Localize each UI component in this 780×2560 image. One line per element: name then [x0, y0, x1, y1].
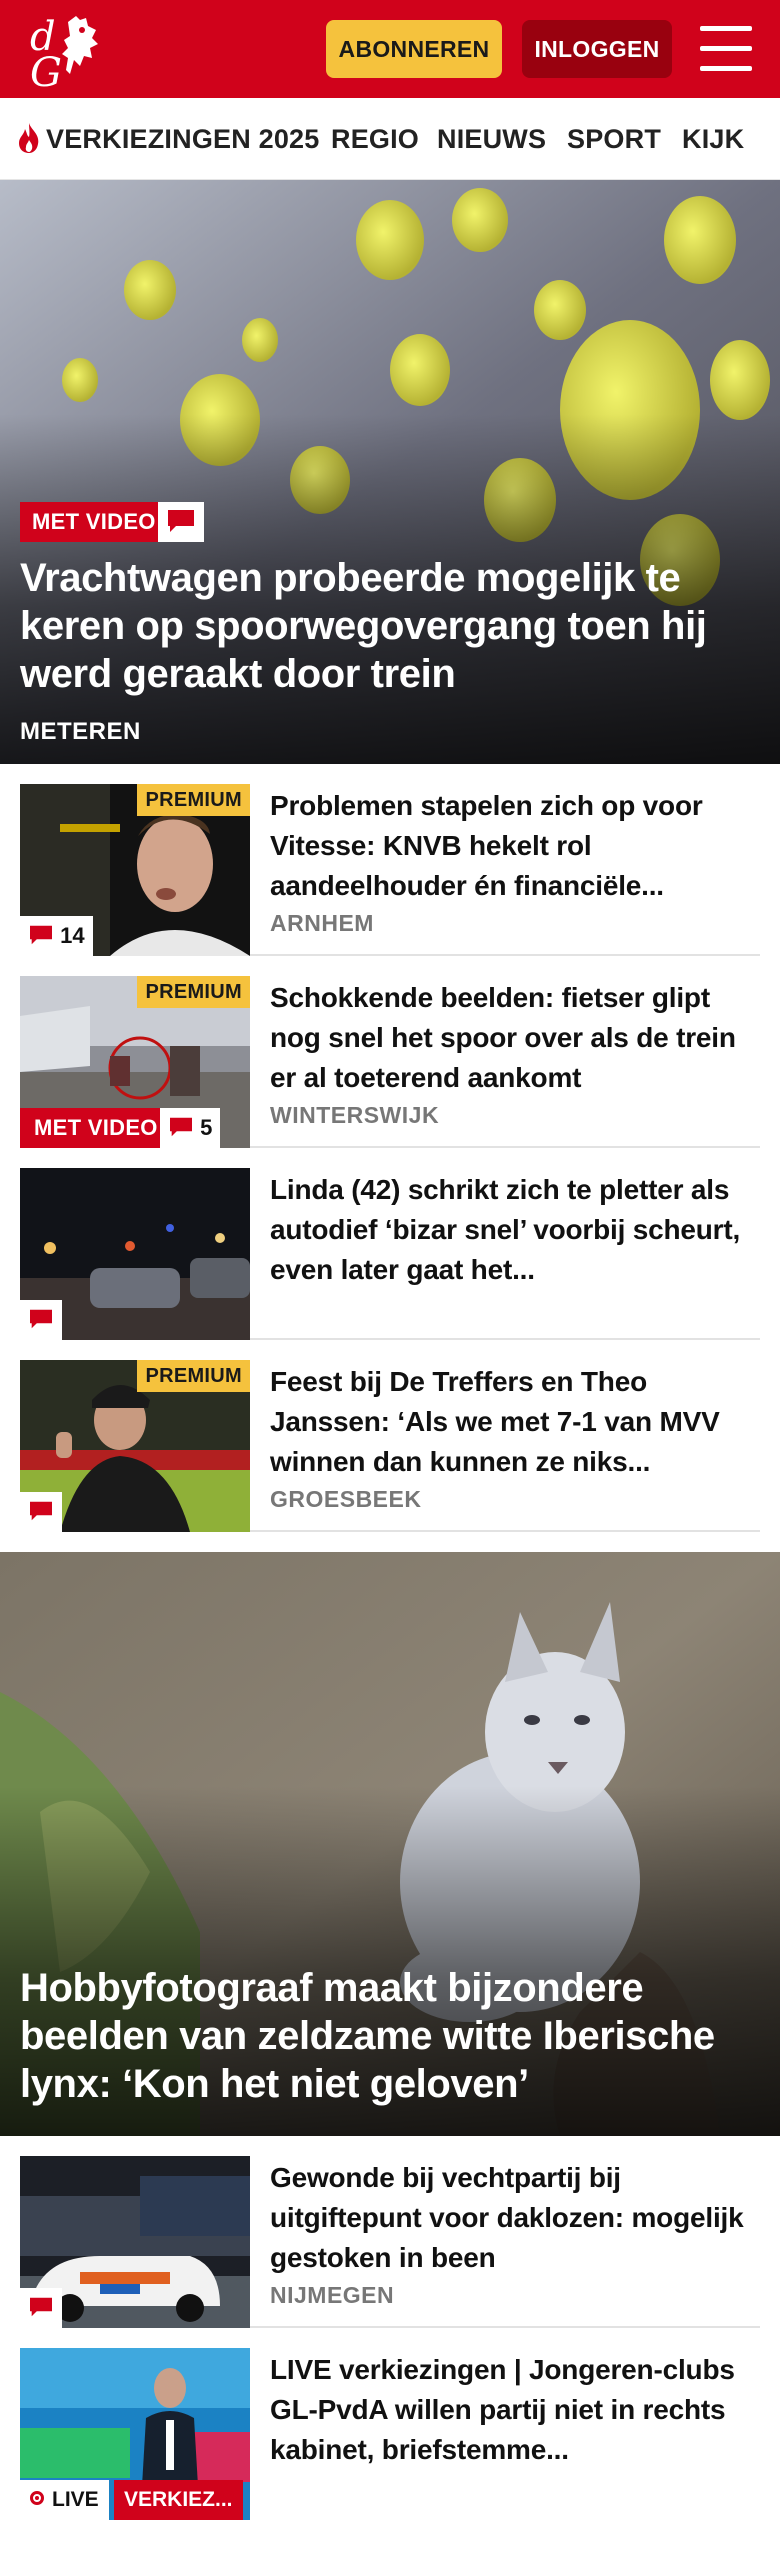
hero-article-train[interactable]: MET VIDEO Vrachtwagen probeerde mogelijk… [0, 180, 780, 764]
comment-count-badge: 14 [20, 916, 93, 956]
svg-text:G: G [30, 50, 62, 90]
list-item[interactable]: Gewonde bij vechtpartij bij uitgiftepunt… [20, 2156, 760, 2328]
live-icon [30, 2491, 44, 2506]
article-location: NIJMEGEN [270, 2282, 395, 2308]
article-title[interactable]: Linda (42) schrikt zich te pletter als a… [270, 1170, 750, 1290]
subscribe-button[interactable]: ABONNEREN [326, 20, 502, 78]
list-item[interactable]: PREMIUM MET VIDEO 5 Schokkende beelden: … [20, 976, 760, 1148]
article-location: ARNHEM [270, 910, 374, 936]
live-badge: LIVE [20, 2480, 109, 2520]
nav-item-regio[interactable]: REGIO [331, 98, 419, 179]
nav-item-nieuws[interactable]: NIEUWS [437, 98, 546, 179]
menu-icon[interactable] [700, 26, 752, 72]
comment-count-badge [20, 1300, 62, 1340]
hero-headline[interactable]: Vrachtwagen probeerde mogelijk te keren … [20, 554, 750, 698]
comment-icon [158, 502, 204, 542]
article-thumbnail: LIVE VERKIEZ... [20, 2348, 250, 2520]
nav-label: VERKIEZINGEN 2025 [46, 124, 320, 154]
article-thumbnail: PREMIUM 14 [20, 784, 250, 956]
premium-badge: PREMIUM [137, 1360, 250, 1392]
comment-count: 5 [200, 1115, 213, 1140]
article-thumbnail: PREMIUM [20, 1360, 250, 1532]
article-title[interactable]: Gewonde bij vechtpartij bij uitgiftepunt… [270, 2158, 750, 2278]
comment-icon [30, 1501, 52, 1521]
comment-icon [30, 2297, 52, 2317]
list-item[interactable]: LIVE VERKIEZ... LIVE verkiezingen | Jong… [20, 2348, 760, 2520]
article-location: GROESBEEK [270, 1486, 422, 1512]
article-title[interactable]: LIVE verkiezingen | Jongeren-clubs GL-Pv… [270, 2350, 750, 2470]
comment-icon [30, 925, 52, 945]
section-nav: VERKIEZINGEN 2025 REGIO NIEUWS SPORT KIJ… [0, 98, 780, 180]
article-title[interactable]: Feest bij De Treffers en Theo Janssen: ‘… [270, 1362, 750, 1482]
list-item[interactable]: PREMIUM 14 Problemen stapelen zich op vo… [20, 784, 760, 956]
list-item[interactable]: PREMIUM Feest bij De Treffers en Theo Ja… [20, 1360, 760, 1532]
site-logo[interactable]: d G [24, 10, 118, 96]
nav-item-sport[interactable]: SPORT [567, 98, 661, 179]
hero-article-lynx[interactable]: Hobbyfotograaf maakt bijzondere beelden … [0, 1552, 780, 2136]
nav-item-elections[interactable]: VERKIEZINGEN 2025 [16, 98, 320, 179]
hero-location: METEREN [20, 718, 141, 745]
flame-icon [19, 122, 39, 153]
premium-badge: PREMIUM [137, 976, 250, 1008]
login-button[interactable]: INLOGGEN [522, 20, 672, 78]
nav-item-kijk[interactable]: KIJK [682, 98, 744, 179]
comment-count: 14 [60, 923, 85, 948]
top-header: d G ABONNEREN INLOGGEN [0, 0, 780, 98]
video-badge: MET VIDEO [20, 502, 168, 542]
article-title[interactable]: Schokkende beelden: fietser glipt nog sn… [270, 978, 750, 1098]
article-thumbnail: PREMIUM MET VIDEO 5 [20, 976, 250, 1148]
list-item[interactable]: Linda (42) schrikt zich te pletter als a… [20, 1168, 760, 1340]
comment-icon [30, 1309, 52, 1329]
article-thumbnail [20, 1168, 250, 1340]
comment-count-badge [20, 2288, 62, 2328]
comment-icon [170, 1117, 192, 1137]
comment-count-badge [20, 1492, 62, 1532]
article-thumbnail [20, 2156, 250, 2328]
hero-headline[interactable]: Hobbyfotograaf maakt bijzondere beelden … [20, 1964, 750, 2108]
premium-badge: PREMIUM [137, 784, 250, 816]
live-label: LIVE [52, 2488, 99, 2511]
video-badge: MET VIDEO [20, 1108, 172, 1148]
article-location: WINTERSWIJK [270, 1102, 440, 1128]
category-badge: VERKIEZ... [114, 2480, 243, 2520]
article-title[interactable]: Problemen stapelen zich op voor Vitesse:… [270, 786, 750, 906]
comment-count-badge: 5 [160, 1108, 221, 1148]
